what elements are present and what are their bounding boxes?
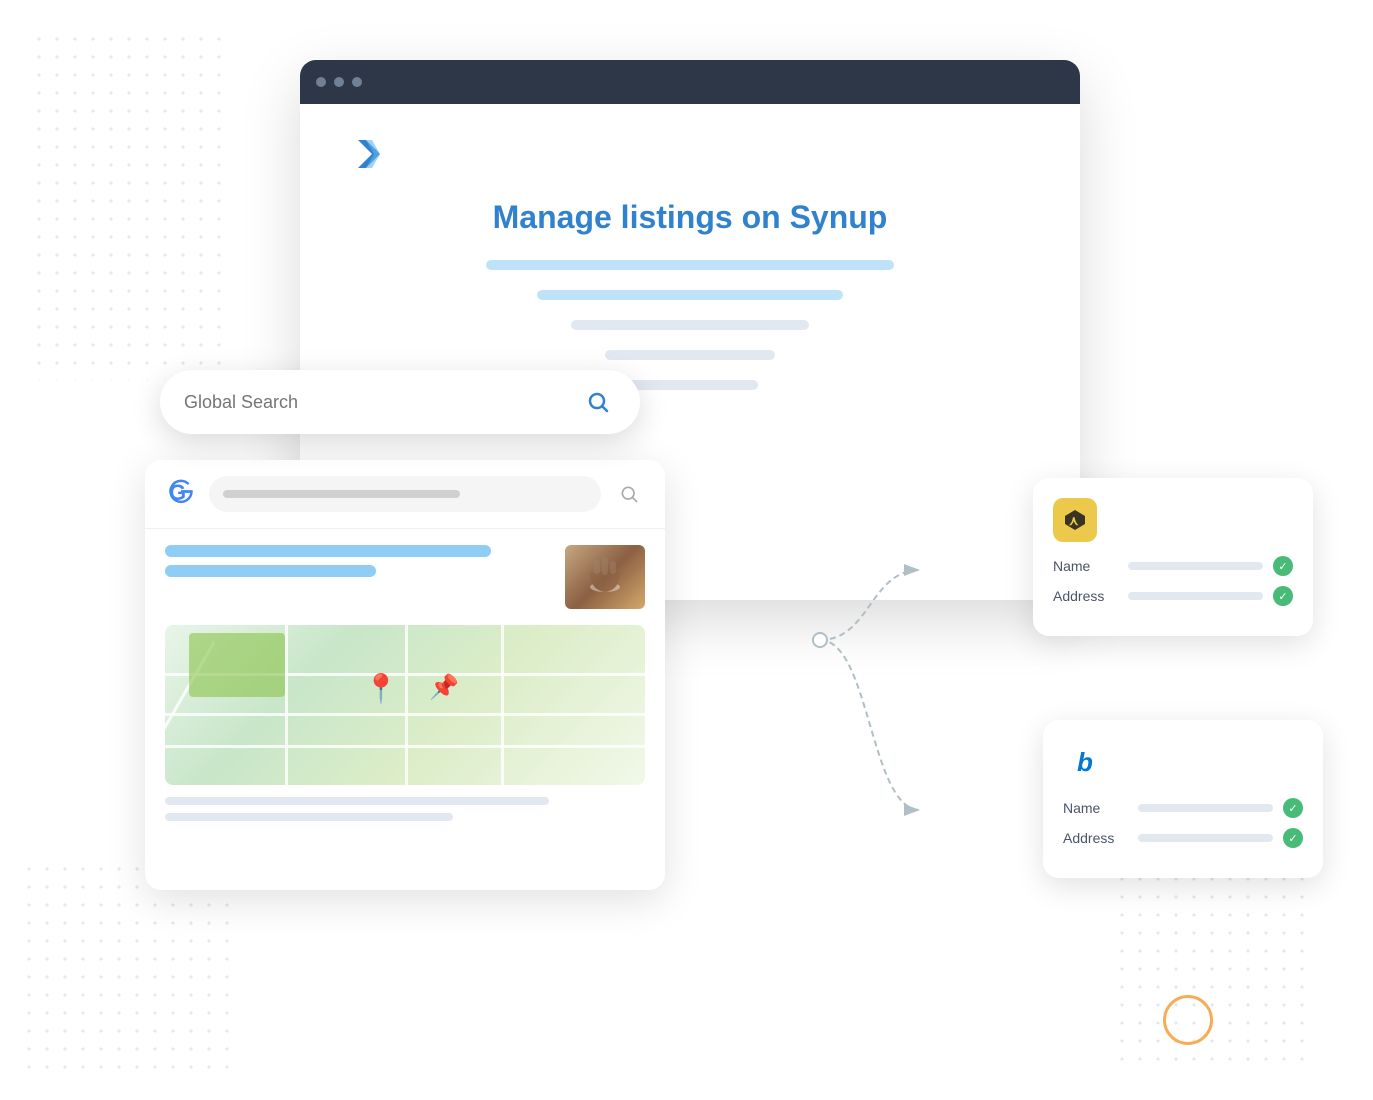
content-placeholder-bar-3 [571, 320, 809, 330]
search-input[interactable] [184, 392, 580, 413]
main-heading: Manage listings on Synup [350, 199, 1030, 236]
google-bottom-content [145, 785, 665, 841]
window-dot-2 [334, 77, 344, 87]
card-yext-address-row: Address ✓ [1053, 586, 1293, 606]
window-dot-3 [352, 77, 362, 87]
map-business-marker: 📌 [429, 673, 459, 702]
content-placeholder-bar-4 [605, 350, 775, 360]
google-results-list [165, 545, 549, 609]
coffee-image [565, 545, 645, 609]
map-park [189, 633, 285, 697]
bing-icon: b [1063, 740, 1107, 784]
dots-decoration-bottomleft [20, 860, 240, 1080]
google-logo: G [165, 478, 197, 510]
global-search-bar[interactable] [160, 370, 640, 434]
listing-card-yext: ⋏ Name ✓ Address ✓ [1033, 478, 1313, 636]
google-input-mock [209, 476, 601, 512]
search-icon [580, 384, 616, 420]
card-bing-name-row: Name ✓ [1063, 798, 1303, 818]
google-search-icon [613, 478, 645, 510]
google-map-area: 📍 📌 [165, 625, 645, 785]
card-bing-address-row: Address ✓ [1063, 828, 1303, 848]
svg-text:⋏: ⋏ [1068, 513, 1079, 528]
dots-decoration-bottomright [1113, 870, 1313, 1070]
window-dot-1 [316, 77, 326, 87]
google-results-window: G [145, 460, 665, 890]
heading-text-before: Manage listings on [493, 199, 790, 235]
svg-text:G: G [169, 480, 186, 505]
yext-icon: ⋏ [1053, 498, 1097, 542]
address-check-icon: ✓ [1273, 586, 1293, 606]
bing-address-value-bar [1138, 834, 1273, 842]
card-bing-address-label: Address [1063, 830, 1128, 846]
map-location-pin: 📍 [364, 672, 399, 705]
content-placeholder-bar-5 [622, 380, 758, 390]
listing-card-bing: b Name ✓ Address ✓ [1043, 720, 1323, 878]
address-value-bar [1128, 592, 1263, 600]
bing-name-check-icon: ✓ [1283, 798, 1303, 818]
google-results-area [145, 529, 665, 625]
bing-address-check-icon: ✓ [1283, 828, 1303, 848]
dots-decoration-topleft [30, 30, 230, 380]
synup-logo-icon [350, 134, 390, 174]
card-name-label: Name [1053, 558, 1118, 574]
google-search-bar: G [145, 460, 665, 529]
content-placeholder-bar-1 [486, 260, 894, 270]
google-bottom-bar-2 [165, 813, 453, 821]
card-yext-name-row: Name ✓ [1053, 556, 1293, 576]
listing-card-indicator [1163, 995, 1213, 1045]
card-bing-name-label: Name [1063, 800, 1128, 816]
name-value-bar [1128, 562, 1263, 570]
bing-name-value-bar [1138, 804, 1273, 812]
content-placeholder-bar-2 [537, 290, 843, 300]
heading-brand: Synup [790, 199, 888, 235]
google-bottom-bar-1 [165, 797, 549, 805]
scene: Manage listings on Synup [0, 0, 1373, 1100]
name-check-icon: ✓ [1273, 556, 1293, 576]
google-result-image [565, 545, 645, 609]
browser-titlebar [300, 60, 1080, 104]
result-title-1 [165, 545, 491, 557]
result-title-2 [165, 565, 376, 577]
card-address-label: Address [1053, 588, 1118, 604]
